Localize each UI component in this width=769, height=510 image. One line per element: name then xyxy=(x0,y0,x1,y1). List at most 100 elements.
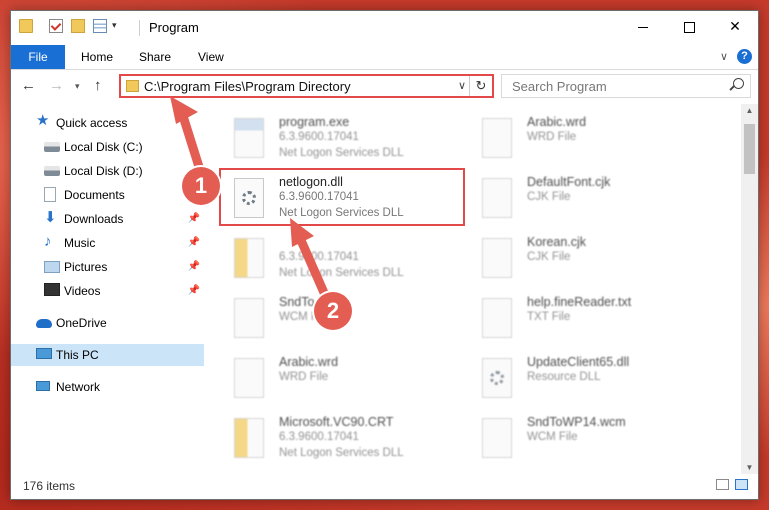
star-icon: ★ xyxy=(36,112,50,129)
refresh-button[interactable]: ↻ xyxy=(469,76,492,96)
file-name: DefaultFont.cjk xyxy=(527,175,611,189)
file-description: Net Logon Services DLL xyxy=(279,147,404,159)
sidebar-item-quick-access[interactable]: ★ Quick access xyxy=(11,112,204,134)
maximize-icon xyxy=(683,21,695,33)
title-bar: ▾ Program ✕ xyxy=(11,11,758,45)
search-icon xyxy=(733,78,744,89)
tab-view[interactable]: View xyxy=(184,45,238,69)
sidebar-item-documents[interactable]: Documents xyxy=(11,184,204,206)
step-2-badge: 2 xyxy=(314,292,352,330)
address-history-chevron-icon[interactable]: ∨ xyxy=(458,79,466,92)
close-icon: ✕ xyxy=(729,18,741,34)
scroll-up-arrow-icon[interactable]: ▲ xyxy=(741,106,758,115)
properties-check-icon[interactable] xyxy=(49,19,63,33)
file-item-netlogon[interactable]: netlogon.dll 6.3.9600.17041 Net Logon Se… xyxy=(209,172,449,228)
help-icon[interactable]: ? xyxy=(737,49,752,64)
generic-file-icon xyxy=(234,298,264,338)
sidebar-item-label: Documents xyxy=(64,188,125,202)
file-type: WRD File xyxy=(527,131,577,143)
folder-file-icon xyxy=(234,418,264,458)
music-icon: ♪ xyxy=(44,233,52,250)
sidebar-item-pictures[interactable]: Pictures 📌 xyxy=(11,256,204,278)
recent-locations-chevron-icon[interactable]: ▾ xyxy=(75,81,80,92)
chevron-down-icon[interactable]: ▾ xyxy=(112,20,117,31)
file-list: program.exe 6.3.9600.17041 Net Logon Ser… xyxy=(209,104,741,470)
pin-icon[interactable]: 📌 xyxy=(188,261,200,272)
file-item[interactable]: Microsoft.VC90.CRT 6.3.9600.17041 Net Lo… xyxy=(209,412,449,468)
file-type: CJK File xyxy=(527,251,571,263)
sidebar-item-label: Downloads xyxy=(64,212,124,226)
file-item[interactable]: SndToWP14.wcm WCM File xyxy=(457,412,697,468)
search-input[interactable]: Search Program xyxy=(501,74,751,98)
scroll-down-arrow-icon[interactable]: ▼ xyxy=(741,463,758,472)
file-name: program.exe xyxy=(279,115,350,129)
expand-ribbon-chevron-icon[interactable]: ∨ xyxy=(720,50,728,63)
file-description: Net Logon Services DLL xyxy=(279,207,404,219)
file-name: Microsoft.VC90.CRT xyxy=(279,415,394,429)
ribbon-tabs: File Home Share View ∨ ? xyxy=(11,45,758,70)
sidebar-item-local-disk-d[interactable]: Local Disk (D:) xyxy=(11,160,204,182)
sidebar-item-downloads[interactable]: ⬇ Downloads 📌 xyxy=(11,208,204,230)
sidebar-item-videos[interactable]: Videos 📌 xyxy=(11,280,204,302)
text-file-icon xyxy=(482,298,512,338)
title-separator xyxy=(139,20,140,36)
file-item[interactable]: program.exe 6.3.9600.17041 Net Logon Ser… xyxy=(209,112,449,168)
minimize-button[interactable] xyxy=(620,11,666,41)
sidebar-item-label: OneDrive xyxy=(56,316,107,330)
forward-arrow-icon[interactable]: → xyxy=(49,77,64,94)
sidebar-item-local-disk-c[interactable]: Local Disk (C:) xyxy=(11,136,204,158)
scrollbar-thumb[interactable] xyxy=(744,124,755,174)
tab-file[interactable]: File xyxy=(11,45,65,69)
folder-icon xyxy=(126,80,139,92)
folder-icon[interactable] xyxy=(19,19,33,33)
file-item[interactable]: UpdateClient65.dll Resource DLL xyxy=(457,352,697,408)
sidebar-item-label: Videos xyxy=(64,284,101,298)
file-item[interactable]: Arabic.wrd WRD File xyxy=(209,352,449,408)
pin-icon[interactable]: 📌 xyxy=(188,285,200,296)
tab-home[interactable]: Home xyxy=(67,45,127,69)
large-icons-view-icon[interactable] xyxy=(735,479,748,490)
search-placeholder: Search Program xyxy=(512,79,607,94)
file-name: Arabic.wrd xyxy=(527,115,587,129)
vertical-scrollbar[interactable]: ▲ ▼ xyxy=(741,104,758,474)
sidebar-item-this-pc[interactable]: This PC xyxy=(11,344,204,366)
generic-file-icon xyxy=(482,118,512,158)
file-type: CJK File xyxy=(527,191,571,203)
file-item[interactable]: Arabic.wrd WRD File xyxy=(457,112,697,168)
sidebar-item-label: Local Disk (C:) xyxy=(64,140,143,154)
file-item[interactable]: Korean.cjk CJK File xyxy=(457,232,697,288)
file-name: netlogon.dll xyxy=(279,175,343,189)
close-button[interactable]: ✕ xyxy=(712,11,758,41)
file-type: TXT File xyxy=(527,311,571,323)
address-bar[interactable]: C:\Program Files\Program Directory ∨ ↻ xyxy=(119,74,494,98)
file-item[interactable]: 6.3.9600.17041 Net Logon Services DLL xyxy=(209,232,449,288)
navigation-pane: ★ Quick access Local Disk (C:) Local Dis… xyxy=(11,104,206,470)
disk-icon xyxy=(44,142,60,152)
sidebar-item-onedrive[interactable]: OneDrive xyxy=(11,312,204,334)
new-folder-icon[interactable] xyxy=(71,19,85,33)
file-description: Net Logon Services DLL xyxy=(279,447,404,459)
file-name: help.fineReader.txt xyxy=(527,295,632,309)
sidebar-item-music[interactable]: ♪ Music 📌 xyxy=(11,232,204,254)
back-arrow-icon[interactable]: ← xyxy=(21,77,36,94)
sidebar-item-label: Music xyxy=(64,236,96,250)
tab-share[interactable]: Share xyxy=(125,45,185,69)
pin-icon[interactable]: 📌 xyxy=(188,213,200,224)
address-path[interactable]: C:\Program Files\Program Directory xyxy=(144,79,351,94)
up-arrow-icon[interactable]: ↑ xyxy=(94,77,102,94)
file-item[interactable]: DefaultFont.cjk CJK File xyxy=(457,172,697,228)
file-name: Arabic.wrd xyxy=(279,355,339,369)
generic-file-icon xyxy=(482,238,512,278)
documents-icon xyxy=(44,187,56,202)
sidebar-item-network[interactable]: Network xyxy=(11,376,204,398)
view-toggle xyxy=(710,479,748,493)
file-type: WRD File xyxy=(279,371,329,383)
sidebar-item-label: Network xyxy=(56,380,101,394)
pin-icon[interactable]: 📌 xyxy=(188,237,200,248)
file-item[interactable]: help.fineReader.txt TXT File xyxy=(457,292,697,348)
details-view-icon[interactable] xyxy=(716,479,729,490)
file-version: 6.3.9600.17041 xyxy=(279,251,359,263)
maximize-button[interactable] xyxy=(666,11,712,41)
generic-file-icon xyxy=(482,178,512,218)
customize-toolbar-icon[interactable] xyxy=(93,19,107,33)
